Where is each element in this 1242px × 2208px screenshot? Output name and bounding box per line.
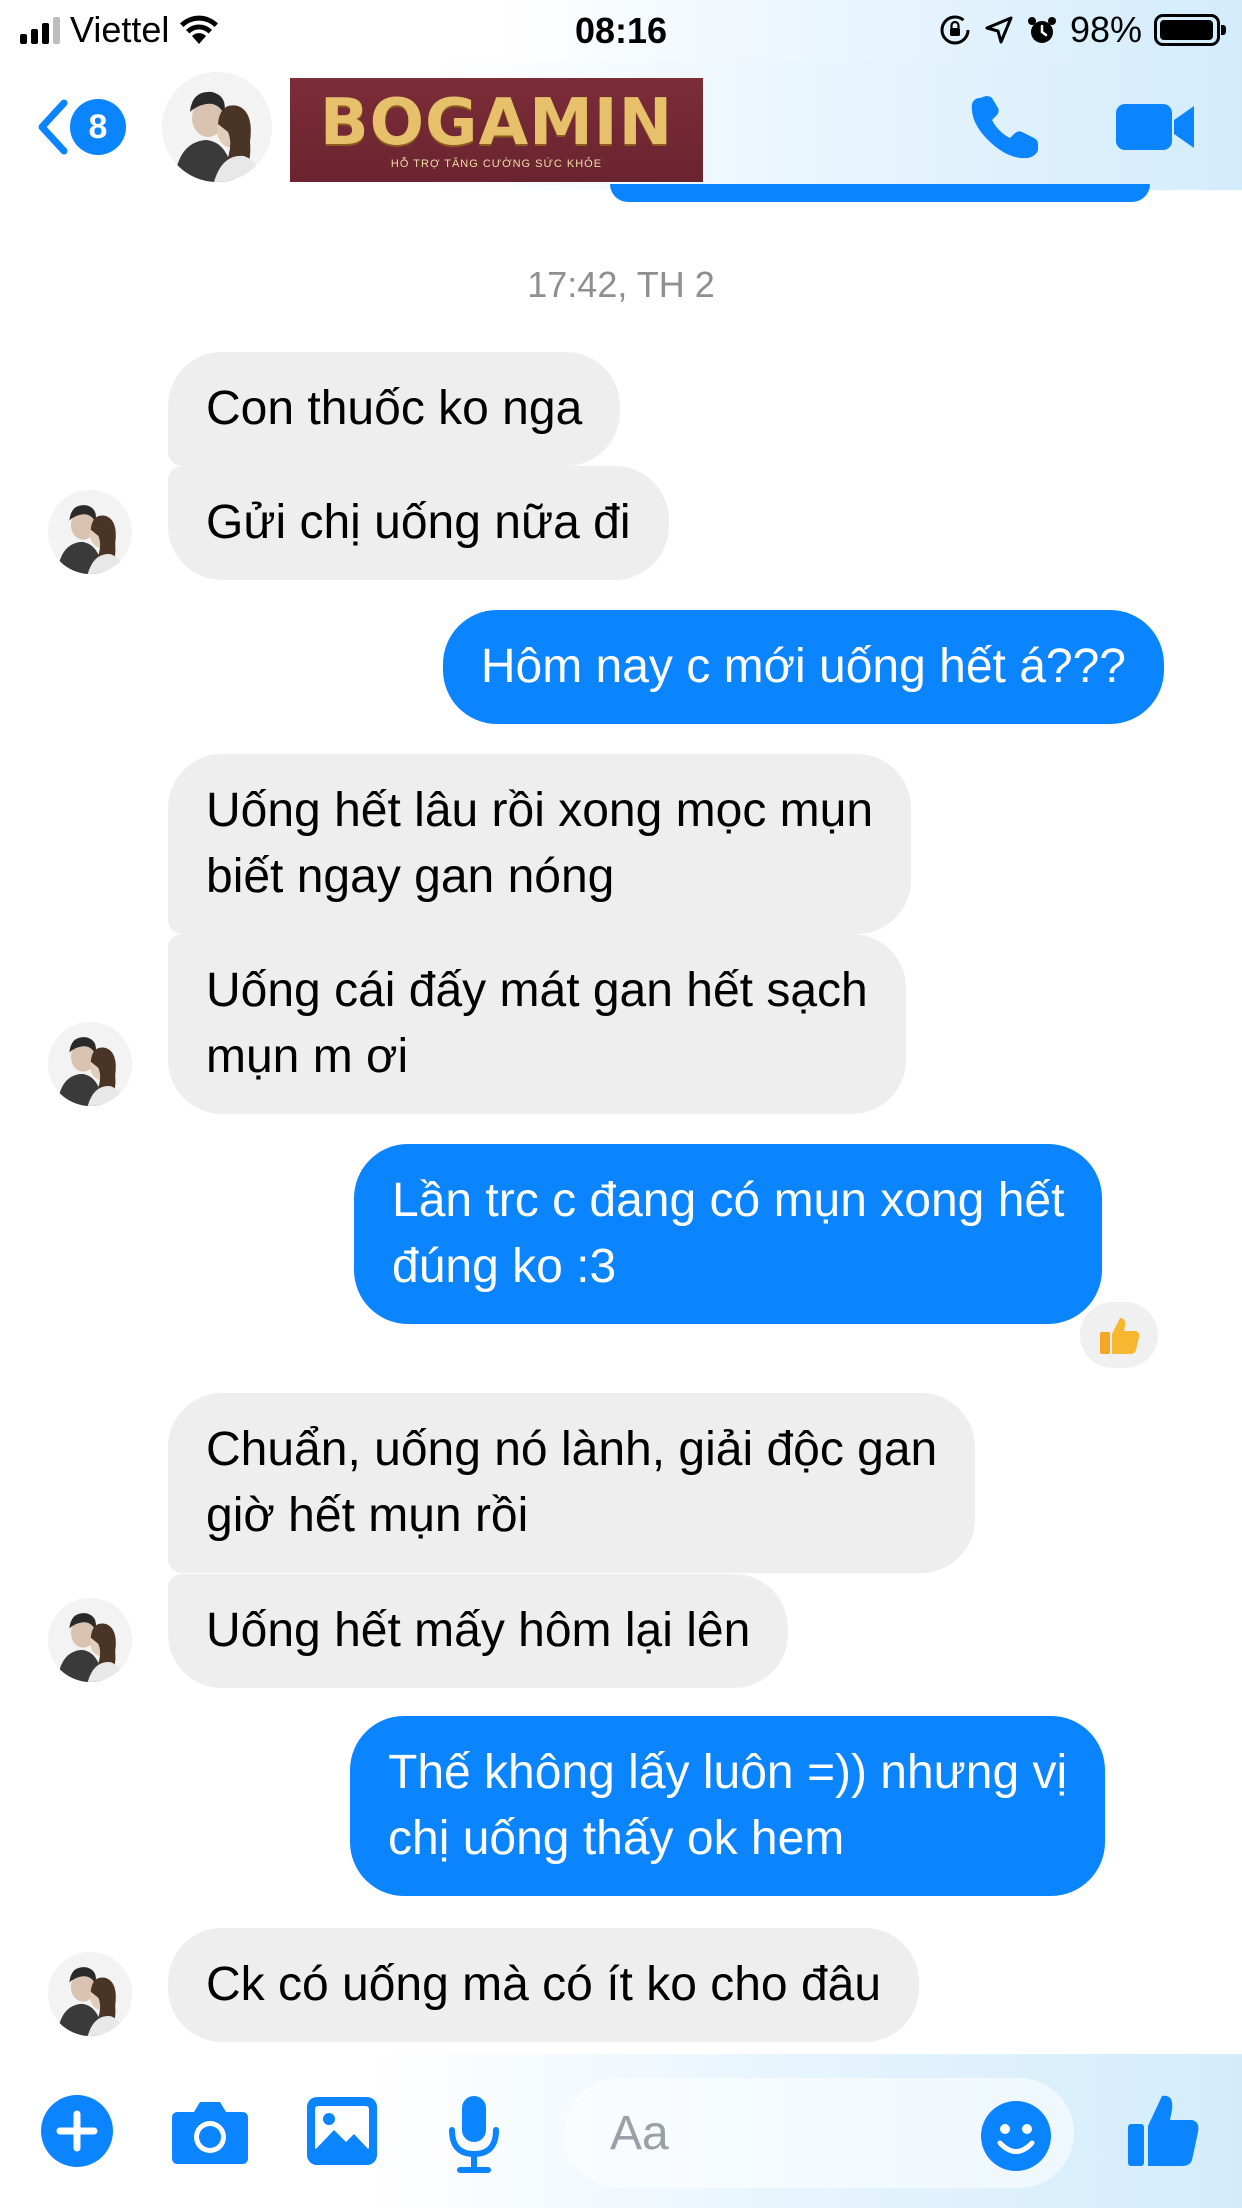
outgoing-message[interactable]: Hôm nay c mới uống hết á???	[442, 610, 1164, 724]
previous-message-bubble-edge	[610, 184, 1150, 202]
incoming-message[interactable]: Uống hết lâu rồi xong mọc mụn biết ngay …	[168, 754, 912, 934]
outgoing-message[interactable]: Thế không lấy luôn =)) nhưng vị chị uống…	[350, 1716, 1106, 1896]
brand-name: BOGAMIN	[319, 86, 674, 160]
message-composer: Aa	[0, 2054, 1242, 2208]
message-line: Uống cái đấy mát gan hết sạch	[206, 964, 868, 1017]
video-camera-icon	[1116, 104, 1194, 150]
thumbs-up-icon	[1128, 2095, 1199, 2166]
microphone-icon	[449, 2096, 499, 2173]
message-line: Thế không lấy luôn =)) nhưng vị	[388, 1746, 1068, 1799]
back-chevron-icon	[38, 99, 68, 155]
message-line: Lần trc c đang có mụn xong hết	[392, 1174, 1065, 1227]
message-line: giờ hết mụn rồi	[206, 1489, 529, 1542]
outgoing-message[interactable]: Lần trc c đang có mụn xong hết đúng ko :…	[354, 1144, 1103, 1324]
alarm-icon	[1027, 17, 1056, 43]
image-icon	[307, 2097, 377, 2165]
status-right-group: 98%	[938, 9, 1226, 50]
battery-icon	[1154, 14, 1226, 46]
message-line: mụn m ơi	[206, 1030, 409, 1083]
emoji-icon	[981, 2101, 1051, 2171]
message-reaction[interactable]	[1076, 1298, 1162, 1372]
phone-icon	[971, 96, 1038, 159]
send-like-button[interactable]	[1124, 2090, 1202, 2175]
location-arrow-icon	[985, 16, 1013, 44]
back-button[interactable]: 8	[34, 92, 126, 162]
unread-count-badge: 8	[70, 99, 126, 155]
plus-icon	[41, 2095, 113, 2167]
contact-avatar-small[interactable]	[48, 1598, 132, 1682]
incoming-message[interactable]: Uống hết mấy hôm lại lên	[168, 1574, 789, 1688]
brand-tagline: HỖ TRỢ TĂNG CƯỜNG SỨC KHỎE	[390, 158, 603, 170]
incoming-message[interactable]: Con thuốc ko nga	[168, 352, 621, 466]
more-actions-button[interactable]	[40, 2094, 114, 2173]
chat-timestamp: 17:42, TH 2	[527, 264, 715, 305]
incoming-message[interactable]: Ck có uống mà có ít ko cho đâu	[168, 1928, 920, 2042]
message-line: Chuẩn, uống nó lành, giải độc gan	[206, 1423, 938, 1476]
gallery-button[interactable]	[304, 2094, 380, 2173]
video-call-button[interactable]	[1114, 92, 1198, 167]
chat-header: 8 BOGAMIN HỖ TRỢ TĂNG CƯỜNG SỨC KHỎE	[0, 62, 1242, 190]
contact-avatar[interactable]	[162, 72, 272, 182]
call-button[interactable]	[966, 92, 1046, 171]
message-line: chị uống thấy ok hem	[388, 1812, 845, 1865]
message-line: biết ngay gan nóng	[206, 850, 615, 903]
contact-avatar-small[interactable]	[48, 1022, 132, 1106]
emoji-button[interactable]	[980, 2100, 1052, 2177]
camera-button[interactable]	[170, 2094, 250, 2173]
brand-banner: BOGAMIN HỖ TRỢ TĂNG CƯỜNG SỨC KHỎE	[290, 78, 703, 182]
thumbs-up-icon	[1100, 1318, 1140, 1354]
message-line: đúng ko :3	[392, 1240, 617, 1293]
message-input-placeholder: Aa	[610, 2106, 669, 2160]
incoming-message[interactable]: Chuẩn, uống nó lành, giải độc gan giờ hế…	[168, 1393, 976, 1573]
incoming-message[interactable]: Gửi chị uống nữa đi	[168, 466, 669, 580]
rotation-lock-icon	[940, 15, 970, 45]
incoming-message[interactable]: Uống cái đấy mát gan hết sạch mụn m ơi	[168, 934, 906, 1114]
status-bar: Viettel 08:16 98%	[0, 0, 1242, 62]
voice-message-button[interactable]	[444, 2094, 504, 2179]
contact-avatar-small[interactable]	[48, 490, 132, 574]
battery-percent: 98%	[1069, 9, 1142, 50]
contact-avatar-small[interactable]	[48, 1952, 132, 2036]
message-line: Uống hết lâu rồi xong mọc mụn	[206, 784, 874, 837]
camera-icon	[172, 2102, 248, 2164]
